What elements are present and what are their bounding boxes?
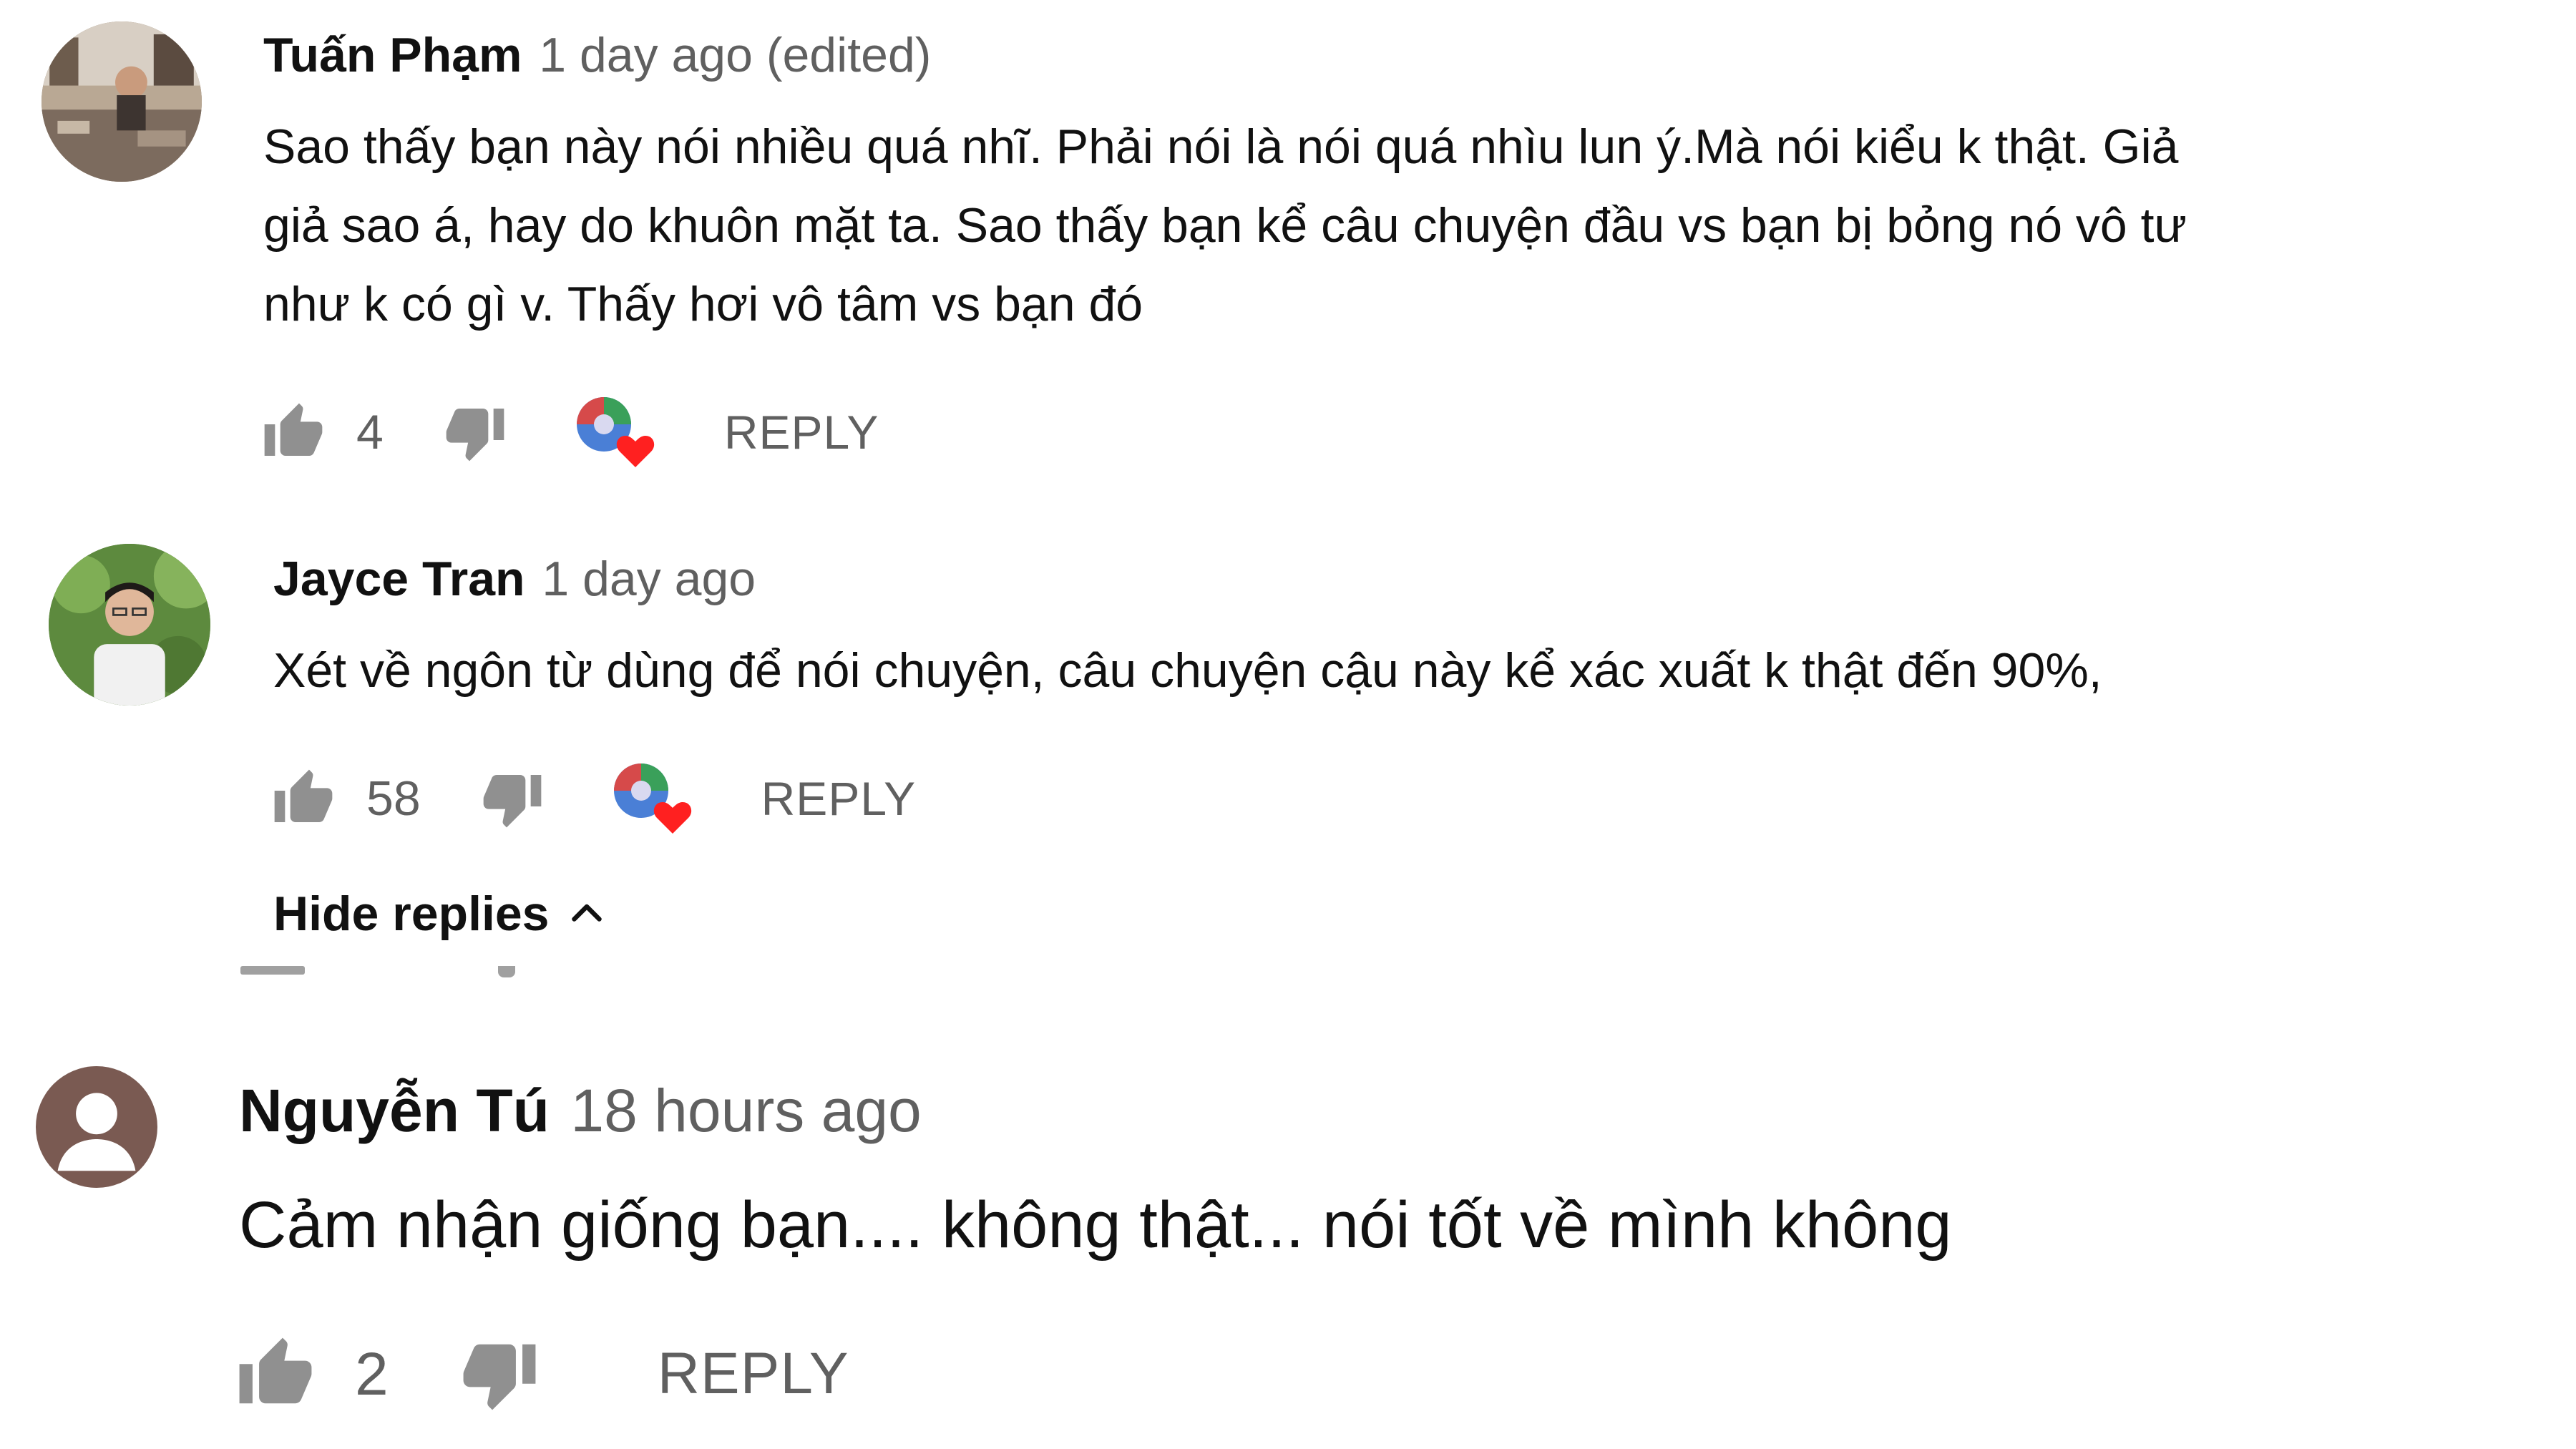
comment-header: Nguyễn Tú 18 hours ago: [239, 1073, 922, 1148]
thumbs-down-icon[interactable]: [460, 1335, 539, 1413]
avatar[interactable]: [49, 544, 210, 706]
reply-button[interactable]: REPLY: [658, 1340, 849, 1407]
timestamp[interactable]: 18 hours ago: [570, 1077, 921, 1144]
comment-actions: 4 REPLY: [262, 397, 879, 467]
comment-header: Tuấn Phạm 1 day ago (edited): [263, 24, 931, 86]
reply-button[interactable]: REPLY: [724, 405, 879, 459]
reply-button[interactable]: REPLY: [761, 771, 917, 826]
author-name[interactable]: Tuấn Phạm: [263, 28, 522, 82]
comment-text: Sao thấy bạn này nói nhiều quá nhĩ. Phải…: [263, 107, 2496, 343]
like-count: 58: [366, 771, 421, 826]
thumbs-up-icon[interactable]: [272, 767, 335, 830]
scrolled-content-fragment: [240, 966, 305, 975]
hide-replies-button[interactable]: Hide replies: [273, 882, 608, 946]
comment-line: như k có gì v. Thấy hơi vô tâm vs bạn đó: [263, 277, 1143, 331]
creator-heart-icon: [572, 393, 658, 472]
comment-line: Xét về ngôn từ dùng để nói chuyện, câu c…: [273, 643, 2102, 698]
creator-heart-icon: [610, 759, 696, 838]
comment-line: giả sao á, hay do khuôn mặt ta. Sao thấy…: [263, 198, 2187, 253]
like-count: 4: [356, 405, 384, 459]
thumbs-down-icon[interactable]: [481, 767, 544, 830]
avatar[interactable]: [42, 21, 202, 182]
comment-line: Cảm nhận giống bạn.... không thật... nói…: [239, 1189, 1952, 1262]
chevron-up-icon: [565, 892, 608, 935]
comment-actions: 58 REPLY: [272, 763, 917, 834]
avatar-photo: [49, 544, 210, 706]
comment-text: Cảm nhận giống bạn.... không thật... nói…: [239, 1182, 2472, 1268]
like-count: 2: [355, 1340, 389, 1407]
thumbs-down-icon[interactable]: [444, 401, 507, 464]
timestamp[interactable]: 1 day ago (edited): [539, 28, 931, 82]
comment-actions: 2 REPLY: [236, 1332, 849, 1415]
avatar-photo: [42, 21, 202, 182]
thumbs-up-icon[interactable]: [262, 401, 325, 464]
default-avatar-icon[interactable]: [36, 1066, 157, 1188]
comment-text: Xét về ngôn từ dùng để nói chuyện, câu c…: [273, 631, 2506, 710]
comment-header: Jayce Tran 1 day ago: [273, 548, 756, 610]
scrolled-content-fragment: [498, 966, 515, 977]
hide-replies-label: Hide replies: [273, 887, 550, 941]
thumbs-up-icon[interactable]: [236, 1335, 315, 1413]
author-name[interactable]: Nguyễn Tú: [239, 1077, 550, 1144]
author-name[interactable]: Jayce Tran: [273, 552, 525, 606]
comment-line: Sao thấy bạn này nói nhiều quá nhĩ. Phải…: [263, 119, 2179, 174]
timestamp[interactable]: 1 day ago: [542, 552, 756, 606]
